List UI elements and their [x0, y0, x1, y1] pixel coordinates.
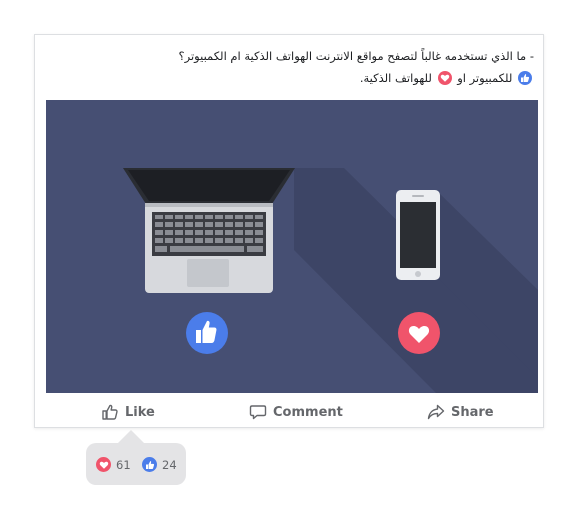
love-count-item[interactable]: 61: [96, 457, 131, 472]
share-button-label: Share: [451, 404, 494, 420]
comment-button[interactable]: Comment: [249, 397, 343, 427]
love-reaction-icon: [398, 312, 440, 354]
like-icon: [142, 457, 157, 472]
option-phone-text: للهواتف الذكية.: [359, 71, 432, 85]
share-button[interactable]: Share: [427, 397, 494, 427]
thumbs-up-icon: [102, 404, 118, 420]
like-button-label: Like: [125, 404, 155, 420]
love-count: 61: [116, 457, 131, 472]
love-icon: [96, 457, 111, 472]
like-count-item[interactable]: 24: [142, 457, 177, 472]
comment-button-label: Comment: [273, 404, 343, 420]
post-options: للكمبيوتر او للهواتف الذكية.: [44, 67, 534, 89]
post-image[interactable]: [46, 100, 538, 393]
phone-icon: [396, 190, 440, 280]
comment-icon: [249, 405, 267, 420]
like-emoji-icon: [518, 71, 532, 85]
like-count: 24: [162, 457, 177, 472]
like-button[interactable]: Like: [101, 397, 155, 427]
like-reaction-icon: [186, 312, 228, 354]
reactions-summary-popup: 61 24: [86, 430, 186, 485]
post-question: - ما الذي تستخدمه غالباً لتصفح مواقع الا…: [178, 49, 534, 63]
share-icon: [427, 404, 445, 420]
laptop-icon: [123, 168, 295, 293]
option-computer-text: للكمبيوتر او: [457, 71, 513, 85]
post-card: - ما الذي تستخدمه غالباً لتصفح مواقع الا…: [34, 34, 544, 428]
post-actions-bar: Like Comment Share: [35, 397, 543, 427]
love-emoji-icon: [437, 71, 452, 85]
post-text: - ما الذي تستخدمه غالباً لتصفح مواقع الا…: [44, 45, 534, 89]
